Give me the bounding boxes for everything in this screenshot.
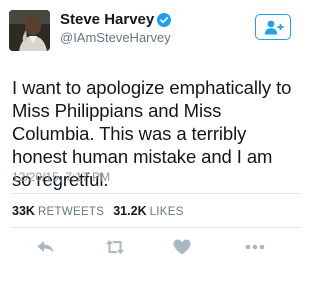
tweet-stats: 33K RETWEETS 31.2K LIKES <box>12 204 193 218</box>
retweets-stat[interactable]: 33K RETWEETS <box>12 204 113 218</box>
retweets-count: 33K <box>12 204 35 218</box>
likes-label: LIKES <box>149 206 184 218</box>
divider <box>12 193 300 194</box>
user-names: Steve Harvey @IAmSteveHarvey <box>60 11 172 46</box>
follow-button[interactable] <box>255 14 291 40</box>
tweet-actions <box>0 228 300 264</box>
more-icon <box>245 244 265 250</box>
more-button[interactable] <box>244 238 266 256</box>
likes-count: 31.2K <box>113 204 147 218</box>
retweet-button[interactable] <box>104 238 126 256</box>
tweet-header: Steve Harvey @IAmSteveHarvey <box>9 8 291 56</box>
add-user-icon <box>264 20 284 35</box>
tweet-timestamp[interactable]: 12/20/15, 7:17 PM <box>12 170 110 184</box>
like-button[interactable] <box>172 238 192 256</box>
retweets-label: RETWEETS <box>37 206 105 218</box>
display-name[interactable]: Steve Harvey <box>60 11 154 29</box>
verified-badge-icon <box>157 13 172 27</box>
avatar[interactable] <box>9 10 50 51</box>
user-handle[interactable]: @IAmSteveHarvey <box>60 30 171 46</box>
tweet-card: Steve Harvey @IAmSteveHarvey I want to a… <box>0 0 300 300</box>
reply-icon <box>37 241 54 253</box>
heart-icon <box>173 239 191 255</box>
retweet-icon <box>106 240 124 254</box>
likes-stat[interactable]: 31.2K LIKES <box>113 204 192 218</box>
reply-button[interactable] <box>36 238 56 256</box>
